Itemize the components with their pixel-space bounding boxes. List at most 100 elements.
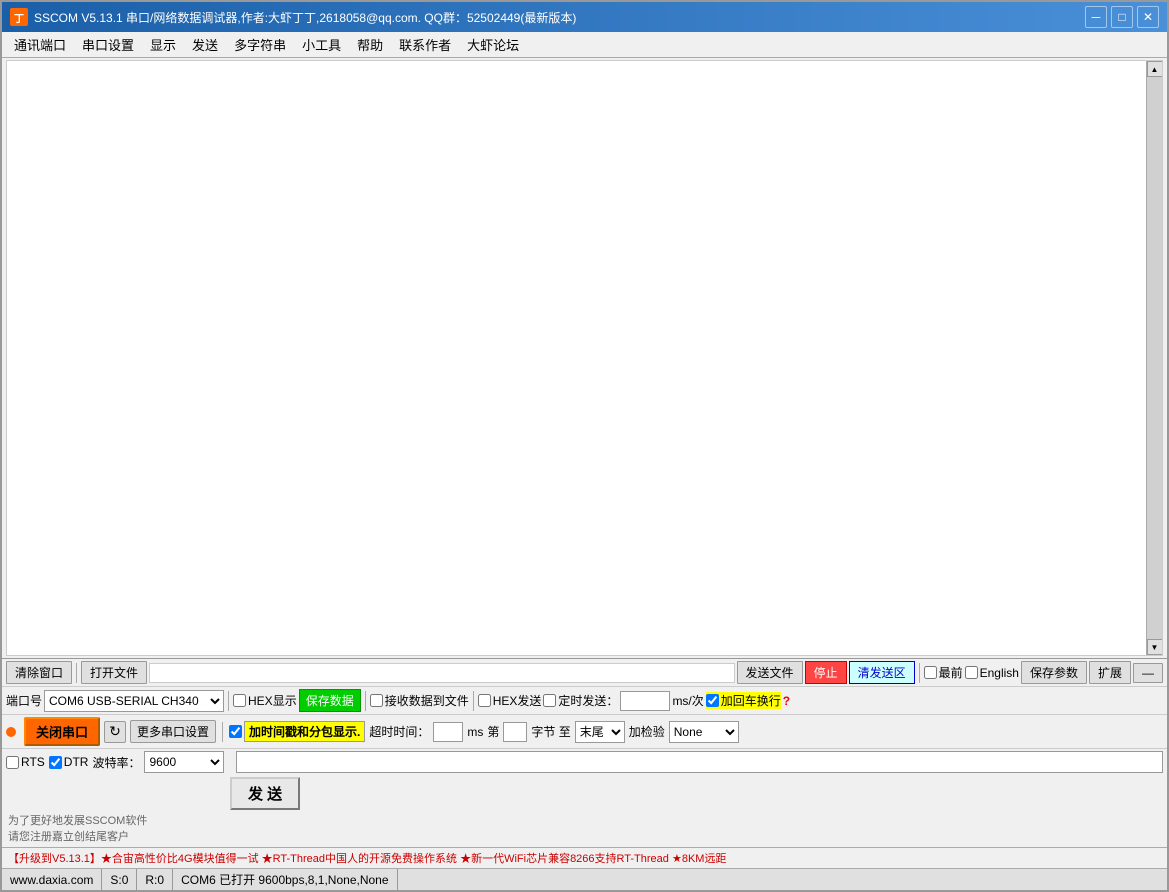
main-window: 丁 SSCOM V5.13.1 串口/网络数据调试器,作者:大虾丁丁,26180… (0, 0, 1169, 892)
close-port-button[interactable]: 关闭串口 (24, 717, 100, 746)
menu-bar: 通讯端口 串口设置 显示 发送 多字符串 小工具 帮助 联系作者 大虾论坛 (2, 32, 1167, 58)
port-label: 端口号 (6, 692, 42, 709)
ms-label2: ms (467, 725, 483, 739)
separator-1 (76, 663, 77, 683)
scroll-down-button[interactable]: ▼ (1147, 639, 1163, 655)
nth-byte-input[interactable]: 1 (503, 722, 527, 742)
hex-display-label[interactable]: HEX显示 (233, 692, 297, 709)
port-status: COM6 已打开 9600bps,8,1,None,None (173, 869, 397, 890)
toolbar-row-2: 端口号 COM6 USB-SERIAL CH340 HEX显示 保存数据 接收数… (2, 687, 1167, 715)
send-row: 发 送 (2, 775, 1167, 812)
separator-6 (222, 722, 223, 742)
menu-send[interactable]: 发送 (184, 33, 226, 56)
save-data-button[interactable]: 保存数据 (299, 689, 361, 712)
s-count-status: S:0 (102, 869, 137, 890)
question-mark[interactable]: ? (783, 694, 790, 708)
stop-button[interactable]: 停止 (805, 661, 847, 684)
add-crlf-label[interactable]: 加回车换行 (706, 692, 781, 709)
clear-window-button[interactable]: 清除窗口 (6, 661, 72, 684)
checksum-select[interactable]: None (669, 721, 739, 743)
menu-serial-settings[interactable]: 串口设置 (74, 33, 142, 56)
toolbar-row-4: RTS DTR 波特率： 9600 abcdefg (2, 749, 1167, 775)
timeout-input[interactable]: 20 (433, 722, 463, 742)
menu-forum[interactable]: 大虾论坛 (459, 33, 527, 56)
separator-3 (228, 691, 229, 711)
ms-per-label: ms/次 (672, 692, 703, 709)
baud-label: 波特率： (92, 754, 140, 771)
refresh-button[interactable]: ↻ (104, 721, 126, 743)
promo-line2: 请您注册嘉立创结尾客户 (8, 830, 1161, 845)
english-checkbox-label[interactable]: English (965, 666, 1019, 680)
ticker-bar: 【升级到V5.13.1】★合宙高性价比4G模块值得一试 ★RT-Thread中国… (2, 847, 1167, 868)
clear-send-area-button[interactable]: 清发送区 (849, 661, 915, 684)
maximize-button[interactable]: □ (1111, 6, 1133, 28)
scroll-up-button[interactable]: ▲ (1147, 61, 1163, 77)
expand-button[interactable]: 扩展 (1089, 661, 1131, 684)
hex-display-checkbox[interactable] (233, 694, 246, 707)
website-status: www.daxia.com (2, 869, 102, 890)
send-button[interactable]: 发 送 (230, 777, 300, 810)
timed-send-checkbox[interactable] (543, 694, 556, 707)
dtr-label[interactable]: DTR (49, 755, 89, 769)
main-display-area: ▲ ▼ (6, 60, 1163, 656)
bottom-panel: 清除窗口 打开文件 发送文件 停止 清发送区 最前 English 保存参数 扩… (2, 658, 1167, 890)
port-select[interactable]: COM6 USB-SERIAL CH340 (44, 690, 224, 712)
save-params-button[interactable]: 保存参数 (1021, 661, 1087, 684)
nth-label: 第 (487, 723, 499, 740)
timeout-label: 超时时间： (369, 723, 429, 740)
r-count-status: R:0 (137, 869, 173, 890)
menu-help[interactable]: 帮助 (349, 33, 391, 56)
timestamp-label-container[interactable]: 加时间戳和分包显示. (229, 721, 365, 742)
promo-area: 为了更好地发展SSCOM软件 请您注册嘉立创结尾客户 (2, 812, 1167, 847)
close-button[interactable]: ✕ (1137, 6, 1159, 28)
open-file-button[interactable]: 打开文件 (81, 661, 147, 684)
menu-tools[interactable]: 小工具 (294, 33, 349, 56)
status-bar: www.daxia.com S:0 R:0 COM6 已打开 9600bps,8… (2, 868, 1167, 890)
send-file-button[interactable]: 发送文件 (737, 661, 803, 684)
promo-line1: 为了更好地发展SSCOM软件 (8, 814, 1161, 829)
dtr-checkbox[interactable] (49, 756, 62, 769)
vertical-scrollbar[interactable]: ▲ ▼ (1146, 61, 1162, 655)
separator-4 (365, 691, 366, 711)
scroll-track[interactable] (1147, 77, 1163, 639)
menu-contact[interactable]: 联系作者 (391, 33, 459, 56)
recv-to-file-checkbox[interactable] (370, 694, 383, 707)
menu-multistring[interactable]: 多字符串 (226, 33, 294, 56)
checksum-label: 加检验 (629, 723, 665, 740)
topmost-checkbox-label[interactable]: 最前 (924, 664, 963, 681)
english-checkbox[interactable] (965, 666, 978, 679)
title-bar-left: 丁 SSCOM V5.13.1 串口/网络数据调试器,作者:大虾丁丁,26180… (10, 8, 576, 26)
send-input[interactable]: abcdefg (236, 751, 1163, 773)
hex-send-checkbox[interactable] (478, 694, 491, 707)
toolbar-row-1: 清除窗口 打开文件 发送文件 停止 清发送区 最前 English 保存参数 扩… (2, 659, 1167, 687)
end-select[interactable]: 末尾 (575, 721, 625, 743)
recv-to-file-label[interactable]: 接收数据到文件 (370, 692, 469, 709)
menu-display[interactable]: 显示 (142, 33, 184, 56)
window-title: SSCOM V5.13.1 串口/网络数据调试器,作者:大虾丁丁,2618058… (34, 9, 576, 26)
minimize-button[interactable]: － (1085, 6, 1107, 28)
title-bar-controls: － □ ✕ (1085, 6, 1159, 28)
separator-5 (473, 691, 474, 711)
add-crlf-checkbox[interactable] (706, 694, 719, 707)
byte-label: 字节 至 (531, 723, 570, 740)
rts-label[interactable]: RTS (6, 755, 45, 769)
connection-indicator (6, 727, 16, 737)
baud-select[interactable]: 9600 (144, 751, 224, 773)
separator-2 (919, 663, 920, 683)
app-icon: 丁 (10, 8, 28, 26)
ticker-text: 【升级到V5.13.1】★合宙高性价比4G模块值得一试 ★RT-Thread中国… (8, 853, 726, 865)
rts-checkbox[interactable] (6, 756, 19, 769)
more-settings-button[interactable]: 更多串口设置 (130, 720, 216, 743)
menu-comm-port[interactable]: 通讯端口 (6, 33, 74, 56)
toolbar-row-3: 关闭串口 ↻ 更多串口设置 加时间戳和分包显示. 超时时间： 20 ms 第 1… (2, 715, 1167, 749)
timestamp-text: 加时间戳和分包显示. (244, 721, 365, 742)
timestamp-checkbox[interactable] (229, 725, 242, 738)
topmost-checkbox[interactable] (924, 666, 937, 679)
title-bar: 丁 SSCOM V5.13.1 串口/网络数据调试器,作者:大虾丁丁,26180… (2, 2, 1167, 32)
timed-interval-input[interactable]: 1000 (620, 691, 670, 711)
file-path-input[interactable] (149, 663, 735, 683)
collapse-button[interactable]: — (1133, 663, 1163, 683)
timed-send-label[interactable]: 定时发送： (543, 692, 618, 709)
hex-send-label[interactable]: HEX发送 (478, 692, 542, 709)
send-area-container: abcdefg (228, 751, 1163, 773)
